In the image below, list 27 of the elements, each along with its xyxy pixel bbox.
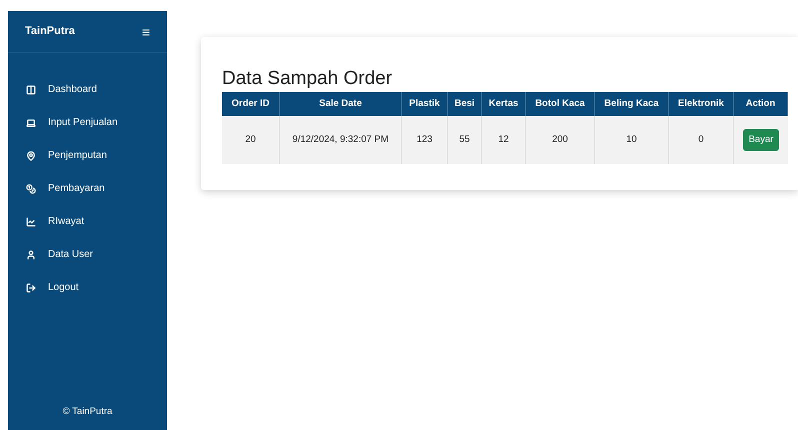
- pay-button[interactable]: Bayar: [742, 128, 780, 152]
- menu-button[interactable]: ≡: [142, 24, 150, 38]
- page-title: Data Sampah Order: [222, 67, 392, 91]
- sidebar-item[interactable]: Dashboard: [8, 73, 167, 106]
- map-pin-icon: [26, 150, 36, 160]
- brand-name: TainPutra: [25, 24, 75, 40]
- table-cell: 55: [448, 116, 482, 164]
- footer-text: © TainPutra: [62, 406, 112, 417]
- sidebar-item[interactable]: Input Penjualan: [8, 106, 167, 139]
- laptop-icon: [26, 118, 36, 128]
- coins-icon: [26, 184, 36, 194]
- sidebar-item[interactable]: Pembayaran: [8, 172, 167, 205]
- sidebar-item[interactable]: RIwayat: [8, 205, 167, 238]
- table-cell: 0: [669, 116, 734, 164]
- columns-icon: [26, 84, 36, 94]
- chart-icon: [26, 216, 36, 226]
- table-cell: 20: [222, 116, 280, 164]
- table-cell: 10: [595, 116, 669, 164]
- user-icon: [26, 250, 36, 260]
- sidebar-item[interactable]: Penjemputan: [8, 139, 167, 172]
- sidebar-item[interactable]: Logout: [8, 271, 167, 304]
- table-cell: 123: [402, 116, 448, 164]
- table-cell: 9/12/2024, 9:32:07 PM: [280, 116, 402, 164]
- table-cell: 12: [482, 116, 526, 164]
- sidebar-item[interactable]: Data User: [8, 238, 167, 271]
- table-cell: 200: [526, 116, 595, 164]
- logout-icon: [26, 282, 36, 292]
